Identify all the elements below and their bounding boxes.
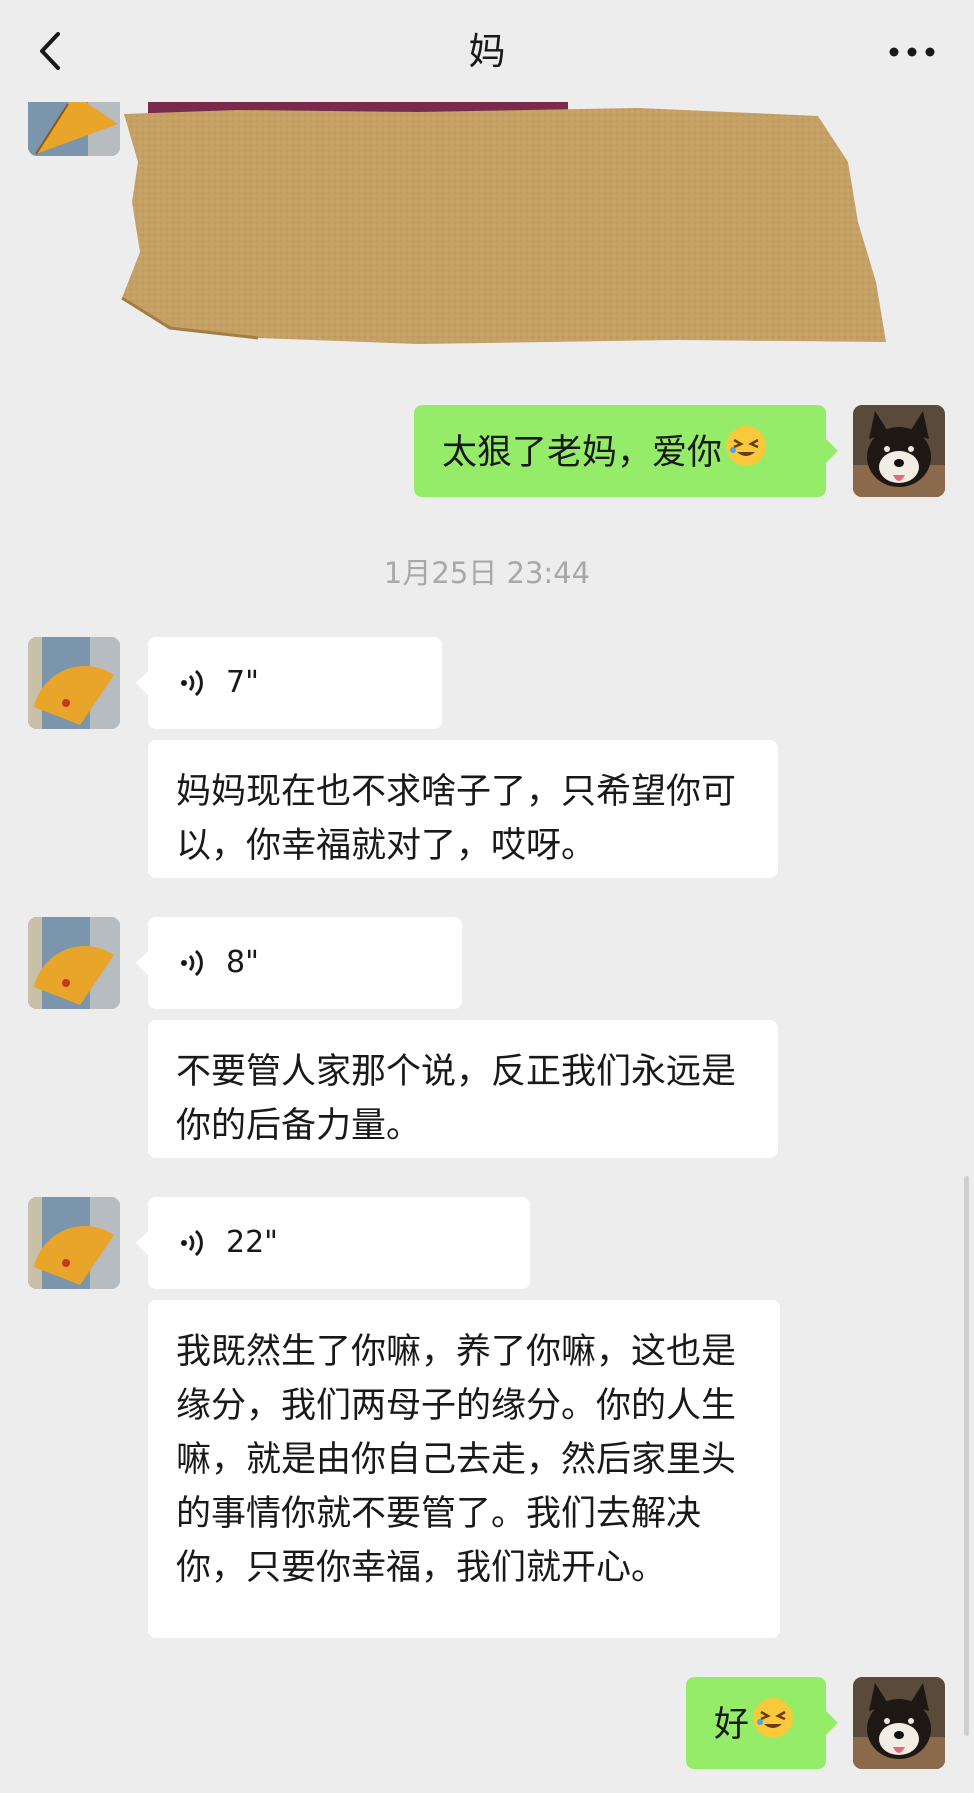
transcript-text: 不要管人家那个说，反正我们永远是你的后备力量。 xyxy=(176,1052,737,1146)
scrollbar[interactable] xyxy=(964,1176,969,1736)
voice-duration: 7" xyxy=(226,665,259,700)
contact-avatar[interactable] xyxy=(28,917,120,1009)
contact-avatar[interactable] xyxy=(28,1197,120,1289)
contact-avatar[interactable] xyxy=(28,637,120,729)
more-button[interactable] xyxy=(888,34,936,70)
voice-duration: 8" xyxy=(226,945,259,980)
voice-message[interactable]: 22" xyxy=(136,1197,530,1289)
bubble-tail xyxy=(136,1231,148,1255)
chat-title: 妈 xyxy=(468,30,506,73)
navigation-bar: 妈 xyxy=(0,0,974,102)
voice-message[interactable]: 7" xyxy=(136,637,442,729)
message-timestamp: 1月25日 23:44 xyxy=(383,556,591,590)
outgoing-message[interactable]: 好 xyxy=(686,1677,838,1769)
grinning-squint-emoji-icon xyxy=(751,1696,795,1756)
voice-message[interactable]: 8" xyxy=(136,917,462,1009)
outgoing-message[interactable]: 太狠了老妈，爱你 xyxy=(414,405,838,497)
voice-wave-icon xyxy=(181,669,203,697)
user-avatar[interactable] xyxy=(853,1677,945,1769)
bubble-tail xyxy=(826,1711,838,1735)
voice-transcript[interactable]: 不要管人家那个说，反正我们永远是你的后备力量。 xyxy=(148,1020,778,1158)
bubble-tail xyxy=(826,439,838,463)
message-text: 好 xyxy=(714,1705,750,1745)
voice-wave-icon xyxy=(181,1229,203,1257)
transcript-text: 妈妈现在也不求啥子了，只希望你可以，你幸福就对了，哎呀。 xyxy=(176,772,737,866)
voice-transcript[interactable]: 我既然生了你嘛，养了你嘛，这也是缘分，我们两母子的缘分。你的人生嘛，就是由你自己… xyxy=(148,1300,780,1638)
voice-duration: 22" xyxy=(226,1225,278,1260)
bubble-tail xyxy=(136,671,148,695)
message-text: 太狠了老妈，爱你 xyxy=(442,433,723,473)
more-dots-icon xyxy=(889,47,935,57)
image-message[interactable] xyxy=(118,102,904,344)
grinning-squint-emoji-icon xyxy=(724,424,768,484)
user-avatar[interactable] xyxy=(853,405,945,497)
transcript-text: 我既然生了你嘛，养了你嘛，这也是缘分，我们两母子的缘分。你的人生嘛，就是由你自己… xyxy=(176,1332,737,1588)
voice-wave-icon xyxy=(181,949,203,977)
bubble-tail xyxy=(136,951,148,975)
voice-transcript[interactable]: 妈妈现在也不求啥子了，只希望你可以，你幸福就对了，哎呀。 xyxy=(148,740,778,878)
